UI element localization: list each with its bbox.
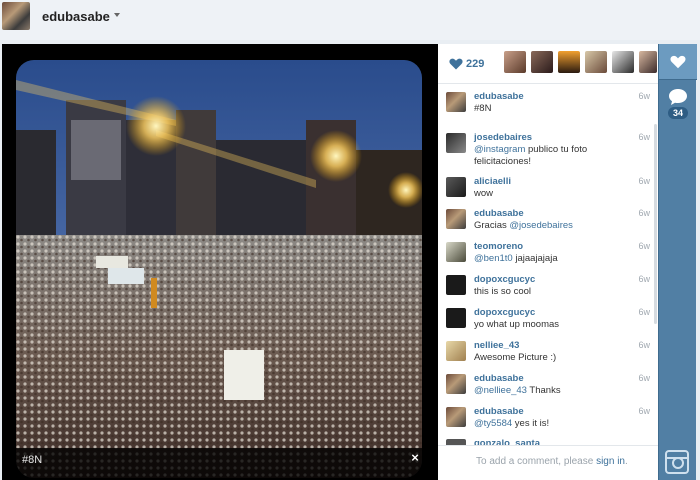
- add-comment-suffix: .: [624, 456, 628, 467]
- liker-avatar[interactable]: [558, 51, 580, 73]
- instagram-icon[interactable]: [665, 450, 689, 474]
- avatar[interactable]: [446, 341, 466, 361]
- comment-text: @ben1t0 jajaajajaja: [474, 253, 558, 264]
- post-photo[interactable]: [16, 60, 422, 478]
- profile-username[interactable]: edubasabe: [42, 9, 110, 24]
- comment-body: Gracias: [474, 220, 510, 231]
- liker-avatar[interactable]: [504, 51, 526, 73]
- comment-text: Awesome Picture :): [474, 352, 557, 363]
- comment-time: 6w: [638, 373, 650, 383]
- comment-time: 6w: [638, 274, 650, 284]
- comment-time: 6w: [638, 406, 650, 416]
- comment-text: @nelliee_43 Thanks: [474, 385, 561, 396]
- comment-text: @ty5584 yes it is!: [474, 418, 549, 429]
- list-item: dopoxcgucyc this is so cool 6w: [438, 271, 658, 304]
- list-item: josedebaires @instagram publico tu foto …: [438, 129, 658, 173]
- list-item: edubasabe Gracias @josedebaires 6w: [438, 205, 658, 238]
- avatar[interactable]: [446, 242, 466, 262]
- comment-text: this is so cool: [474, 286, 532, 297]
- comment-body: yes it is!: [512, 418, 550, 429]
- list-item: edubasabe @ty5584 yes it is! 6w: [438, 403, 658, 436]
- photo-modal: #8N × 229 edubasabe #8N 6w josedebaires …: [2, 44, 658, 480]
- comment-count-badge: 34: [667, 107, 688, 119]
- list-item: edubasabe @nelliee_43 Thanks 6w: [438, 370, 658, 403]
- list-item: edubasabe #8N 6w: [438, 88, 658, 121]
- comment-username[interactable]: aliciaelli: [474, 176, 511, 187]
- mention-link[interactable]: @ty5584: [474, 418, 512, 429]
- avatar[interactable]: [446, 177, 466, 197]
- comment-username[interactable]: nelliee_43: [474, 340, 519, 351]
- liker-avatar[interactable]: [612, 51, 634, 73]
- comment-username[interactable]: dopoxcgucyc: [474, 274, 535, 285]
- comment-username[interactable]: gonzalo_santa: [474, 438, 540, 445]
- mention-link[interactable]: @nelliee_43: [474, 385, 527, 396]
- comment-icon: [669, 89, 687, 105]
- comment-body: Thanks: [526, 385, 561, 396]
- mention-link[interactable]: @josedebaires: [509, 220, 573, 231]
- chevron-down-icon[interactable]: [114, 13, 120, 17]
- close-icon[interactable]: ×: [408, 450, 422, 465]
- likes-row: 229: [438, 44, 658, 84]
- like-button[interactable]: [659, 44, 697, 80]
- comments-panel: 229 edubasabe #8N 6w josedebaires @insta…: [438, 44, 658, 480]
- avatar[interactable]: [446, 133, 466, 153]
- heart-icon: [670, 55, 686, 68]
- avatar[interactable]: [446, 92, 466, 112]
- comment-time: 6w: [638, 241, 650, 251]
- add-comment-text: To add a comment, please: [476, 456, 597, 467]
- avatar[interactable]: [446, 407, 466, 427]
- comment-list: edubasabe #8N 6w josedebaires @instagram…: [438, 85, 658, 445]
- comment-body: jajaajajaja: [512, 253, 558, 264]
- add-comment-prompt: To add a comment, please sign in.: [476, 456, 628, 467]
- avatar[interactable]: [446, 209, 466, 229]
- sign-in-link[interactable]: sign in: [596, 456, 625, 467]
- comment-text: yo what up moomas: [474, 319, 560, 330]
- avatar[interactable]: [446, 374, 466, 394]
- like-count[interactable]: 229: [466, 58, 484, 70]
- comment-username[interactable]: josedebaires: [474, 132, 532, 143]
- caption-bar: [2, 448, 438, 480]
- list-item: nelliee_43 Awesome Picture :) 6w: [438, 337, 658, 370]
- list-item: dopoxcgucyc yo what up moomas 6w: [438, 304, 658, 337]
- heart-icon: [449, 58, 463, 70]
- comment-username[interactable]: teomoreno: [474, 241, 523, 252]
- liker-avatar[interactable]: [585, 51, 607, 73]
- mention-link[interactable]: @ben1t0: [474, 253, 513, 264]
- photo-container: #8N ×: [2, 44, 438, 480]
- comment-time: 6w: [638, 340, 650, 350]
- liker-avatar[interactable]: [531, 51, 553, 73]
- avatar[interactable]: [2, 2, 30, 30]
- comment-button[interactable]: 34: [659, 84, 697, 130]
- comment-text: Gracias @josedebaires: [474, 220, 573, 231]
- comment-username[interactable]: edubasabe: [474, 373, 524, 384]
- comment-username[interactable]: edubasabe: [474, 91, 524, 102]
- action-sidebar: 34: [658, 44, 697, 480]
- comment-time: 6w: [638, 132, 650, 142]
- list-item: aliciaelli wow 6w: [438, 173, 658, 206]
- mention-link[interactable]: @instagram: [474, 144, 525, 155]
- photo-caption: #8N: [22, 454, 43, 466]
- comment-time: 6w: [638, 176, 650, 186]
- divider: [438, 445, 658, 446]
- comment-username[interactable]: edubasabe: [474, 208, 524, 219]
- comment-username[interactable]: edubasabe: [474, 406, 524, 417]
- comment-time: 6w: [638, 307, 650, 317]
- top-bar: edubasabe: [0, 0, 700, 40]
- comment-text: @instagram publico tu foto felicitacione…: [474, 144, 644, 168]
- comment-text: wow: [474, 188, 494, 199]
- comment-text: #8N: [474, 103, 492, 114]
- comment-username[interactable]: dopoxcgucyc: [474, 307, 535, 318]
- avatar[interactable]: [446, 308, 466, 328]
- list-item: teomoreno @ben1t0 jajaajajaja 6w: [438, 238, 658, 271]
- list-item: gonzalo_santa: [438, 435, 658, 445]
- comment-time: 6w: [638, 91, 650, 101]
- scrollbar-thumb[interactable]: [654, 124, 657, 324]
- comment-time: 6w: [638, 208, 650, 218]
- avatar[interactable]: [446, 275, 466, 295]
- liker-avatar[interactable]: [639, 51, 657, 73]
